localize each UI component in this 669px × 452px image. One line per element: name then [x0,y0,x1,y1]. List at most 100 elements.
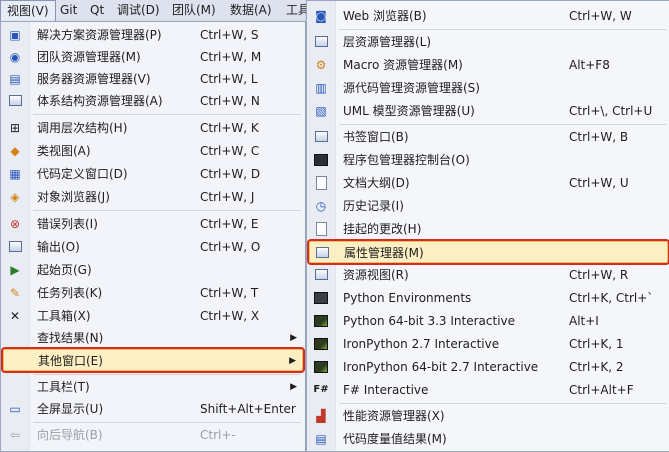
menu-data[interactable]: 数据(A) [224,0,278,21]
document-outline-icon [313,175,329,191]
menu-item-task-list[interactable]: ✎ 任务列表(K) Ctrl+W, T [3,282,303,304]
menu-item-web-browser[interactable]: ◙ Web 浏览器(B) Ctrl+W, W [309,5,668,27]
menu-item-label: UML 模型资源管理器(U) [343,104,475,118]
web-browser-icon: ◙ [315,9,327,23]
menu-item-layer-explorer[interactable]: 层资源管理器(L) [309,31,668,53]
fsharp-interactive-icon: F# [313,384,329,395]
menu-item-server-explorer[interactable]: ▤ 服务器资源管理器(V) Ctrl+W, L [3,68,303,90]
menu-item-label: 挂起的更改(H) [343,222,422,236]
menu-item-shortcut: Ctrl+- [200,428,236,442]
menu-qt[interactable]: Qt [84,0,110,21]
start-page-icon: ▶ [10,263,20,277]
menu-item-class-view[interactable]: ◆ 类视图(A) Ctrl+W, C [3,140,303,162]
other-windows-submenu: ◙ Web 浏览器(B) Ctrl+W, W 层资源管理器(L) ⚙ Macro… [306,0,669,452]
menu-item-object-browser[interactable]: ◈ 对象浏览器(J) Ctrl+W, J [3,186,303,208]
code-definition-icon: ▦ [9,167,21,181]
menu-item-shortcut: Ctrl+W, K [200,121,259,135]
menu-item-resource-view[interactable]: 资源视图(R) Ctrl+W, R [309,264,668,286]
menu-item-label: 性能资源管理器(X) [343,409,445,423]
menu-item-toolbars[interactable]: 工具栏(T) ▶ [3,376,303,398]
menu-view[interactable]: 视图(V) [0,0,56,22]
menu-item-code-metrics[interactable]: ▤ 代码度量值结果(M) [309,428,668,450]
menu-item-solution-explorer[interactable]: ▣ 解决方案资源管理器(P) Ctrl+W, S [3,24,303,46]
architecture-explorer-icon [7,93,23,109]
menu-item-ironpython-interactive[interactable]: IronPython 2.7 Interactive Ctrl+K, 1 [309,333,668,355]
menu-item-label: 程序包管理器控制台(O) [343,153,470,167]
menu-item-fsharp-interactive[interactable]: F# F# Interactive Ctrl+Alt+F [309,379,668,401]
menu-item-output[interactable]: 输出(O) Ctrl+W, O [3,236,303,258]
code-metrics-icon: ▤ [315,432,327,446]
menu-item-bookmarks[interactable]: 书签窗口(B) Ctrl+W, B [309,126,668,148]
ironpython-interactive-icon [313,336,329,352]
menu-git[interactable]: Git [54,0,83,21]
view-menu-dropdown: ▣ 解决方案资源管理器(P) Ctrl+W, S ◉ 团队资源管理器(M) Ct… [0,21,306,452]
menu-item-label: 书签窗口(B) [343,130,409,144]
menu-item-error-list[interactable]: ⊗ 错误列表(I) Ctrl+W, E [3,213,303,235]
menu-item-find-results[interactable]: 查找结果(N) ▶ [3,327,303,349]
menu-item-label: Python Environments [343,291,472,305]
menu-item-shortcut: Ctrl+W, O [200,240,261,254]
solution-explorer-icon: ▣ [9,28,21,42]
menu-item-navigate-backward[interactable]: ⇦ 向后导航(B) Ctrl+- [3,424,303,446]
menu-item-label: 对象浏览器(J) [37,190,110,204]
menu-item-ironpython64-interactive[interactable]: IronPython 64-bit 2.7 Interactive Ctrl+K… [309,356,668,378]
submenu-arrow-icon: ▶ [290,333,297,343]
menu-item-shortcut: Alt+F8 [569,58,610,72]
menu-item-uml-explorer[interactable]: ▧ UML 模型资源管理器(U) Ctrl+\, Ctrl+U [309,100,668,122]
menu-bar: 视图(V) Git Qt 调试(D) 团队(M) 数据(A) 工具 [0,0,320,23]
macro-explorer-icon: ⚙ [315,58,327,72]
menu-item-label: 层资源管理器(L) [343,35,432,49]
menu-item-architecture-explorer[interactable]: 体系结构资源管理器(A) Ctrl+W, N [3,90,303,112]
navigate-backward-icon: ⇦ [9,428,21,442]
output-icon [7,239,23,255]
menu-item-source-control[interactable]: ▥ 源代码管理资源管理器(S) [309,77,668,99]
menu-item-start-page[interactable]: ▶ 起始页(G) [3,259,303,281]
menu-separator [33,374,301,375]
menu-item-shortcut: Ctrl+W, T [200,286,259,300]
menu-item-label: 类视图(A) [37,144,91,158]
menu-item-performance-explorer[interactable]: ▟ 性能资源管理器(X) [309,405,668,427]
menu-item-label: Macro 资源管理器(M) [343,58,463,72]
menu-item-property-manager[interactable]: 属性管理器(M) [307,239,669,265]
uml-explorer-icon: ▧ [315,104,327,118]
menu-item-other-windows[interactable]: 其他窗口(E) ▶ [1,347,305,373]
menu-item-history[interactable]: ◷ 历史记录(I) [309,195,668,217]
menu-item-shortcut: Ctrl+W, W [569,9,632,23]
menu-item-team-explorer[interactable]: ◉ 团队资源管理器(M) Ctrl+W, M [3,46,303,68]
menu-item-python-environments[interactable]: Python Environments Ctrl+K, Ctrl+` [309,287,668,309]
menu-item-label: 资源视图(R) [343,268,409,282]
menu-item-shortcut: Ctrl+W, C [200,144,260,158]
resource-view-icon [313,267,329,283]
menu-item-shortcut: Ctrl+W, X [200,309,260,323]
menu-item-shortcut: Ctrl+\, Ctrl+U [569,104,653,118]
server-explorer-icon: ▤ [9,72,21,86]
menu-item-label: F# Interactive [343,383,429,397]
menu-item-shortcut: Ctrl+K, 2 [569,360,624,374]
menu-item-package-console[interactable]: 程序包管理器控制台(O) [309,149,668,171]
menu-item-label: 解决方案资源管理器(P) [37,28,162,42]
menu-item-label: 工具箱(X) [37,309,91,323]
menu-item-shortcut: Ctrl+W, U [569,176,629,190]
menu-item-code-definition[interactable]: ▦ 代码定义窗口(D) Ctrl+W, D [3,163,303,185]
menu-item-label: 源代码管理资源管理器(S) [343,81,480,95]
menu-item-shortcut: Ctrl+W, M [200,50,262,64]
history-icon: ◷ [315,199,327,213]
menu-item-macro-explorer[interactable]: ⚙ Macro 资源管理器(M) Alt+F8 [309,54,668,76]
class-view-icon: ◆ [10,144,20,158]
menu-item-label: IronPython 64-bit 2.7 Interactive [343,360,539,374]
menu-item-full-screen[interactable]: ▭ 全屏显示(U) Shift+Alt+Enter [3,398,303,420]
menu-item-call-hierarchy[interactable]: ⊞ 调用层次结构(H) Ctrl+W, K [3,117,303,139]
menu-team[interactable]: 团队(M) [166,0,222,21]
menu-item-toolbox[interactable]: ✕ 工具箱(X) Ctrl+W, X [3,305,303,327]
menu-item-python-interactive[interactable]: Python 64-bit 3.3 Interactive Alt+I [309,310,668,332]
menu-item-pending-changes[interactable]: 挂起的更改(H) [309,218,668,240]
menu-item-shortcut: Ctrl+K, 1 [569,337,624,351]
menu-item-label: IronPython 2.7 Interactive [343,337,500,351]
menu-debug[interactable]: 调试(D) [111,0,166,21]
menu-separator [339,403,666,404]
menu-item-document-outline[interactable]: 文档大纲(D) Ctrl+W, U [309,172,668,194]
menu-item-shortcut: Ctrl+K, Ctrl+` [569,291,654,305]
menu-item-shortcut: Alt+I [569,314,599,328]
menu-item-label: 团队资源管理器(M) [37,50,141,64]
menu-item-label: 其他窗口(E) [38,354,103,368]
